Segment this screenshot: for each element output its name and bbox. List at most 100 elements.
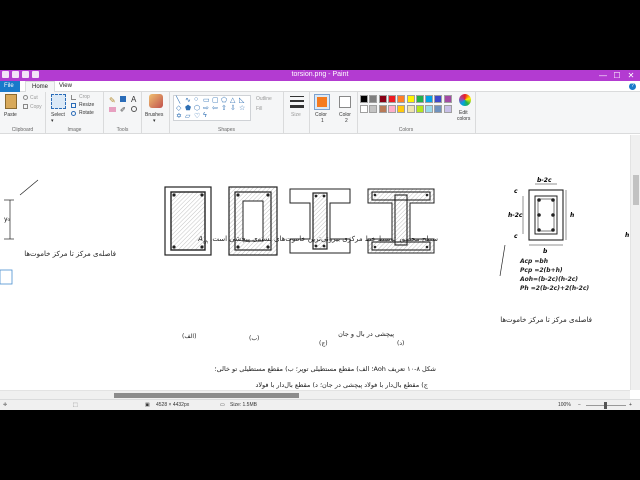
text-tool-icon[interactable]: A [131,95,136,104]
image-group-label: Image [67,127,82,133]
color1-group[interactable]: Color 1 [310,92,334,134]
palette-swatch[interactable] [397,95,406,103]
rotate-icon[interactable] [71,111,76,116]
star-shape-icon[interactable]: ☆ [239,104,245,112]
hexagon-shape-icon[interactable]: ⬡ [194,104,200,112]
dim-c-top-label: c [514,188,518,195]
palette-swatch[interactable] [406,105,415,113]
resize-button[interactable]: Resize [79,102,94,108]
help-icon[interactable]: ? [629,83,636,90]
title-bar[interactable]: torsion.png - Paint — ☐ ✕ [0,70,640,81]
curve-shape-icon[interactable]: ∿ [185,96,191,104]
window-controls: — ☐ ✕ [596,70,638,81]
tab-file[interactable]: File [0,81,20,92]
palette-swatch[interactable] [443,95,452,103]
rotate-button[interactable]: Rotate [79,110,94,116]
paste-icon[interactable] [5,94,17,109]
zoom-in-button[interactable]: + [629,402,632,408]
tab-home[interactable]: Home [25,81,56,92]
color-picker-icon[interactable]: ✐ [120,106,126,114]
zoom-slider[interactable] [586,402,626,409]
palette-swatch[interactable] [425,105,434,113]
palette-swatch[interactable] [415,95,424,103]
up-arrow-shape-icon[interactable]: ⇧ [221,104,227,112]
heart-shape-icon[interactable]: ♡ [194,112,200,120]
pentagon-shape-icon[interactable]: ⬟ [185,104,191,112]
line-shape-icon[interactable]: ╲ [176,96,180,104]
oval-shape-icon[interactable]: ○ [194,96,198,103]
palette-swatch[interactable] [443,105,452,113]
color2-group[interactable]: Color 2 [334,92,358,134]
right-triangle-shape-icon[interactable]: ◺ [239,96,244,104]
palette-swatch[interactable] [434,95,443,103]
maximize-button[interactable]: ☐ [610,70,624,81]
outline-button[interactable]: Outline [256,96,272,102]
crop-button[interactable]: Crop [79,94,90,100]
copy-button[interactable]: Copy [30,104,42,110]
zoom-out-button[interactable]: − [578,402,581,408]
palette-swatch[interactable] [360,105,368,113]
zoom-slider-thumb[interactable] [604,402,607,409]
vertical-scroll-thumb[interactable] [633,175,639,205]
palette-swatch[interactable] [378,95,387,103]
cut-button[interactable]: Cut [30,95,38,101]
palette-swatch[interactable] [360,95,368,103]
crop-icon[interactable] [71,95,76,100]
star-six-shape-icon[interactable]: ✡ [176,112,182,120]
clipboard-group-label: Clipboard [11,127,34,133]
triangle-shape-icon[interactable]: △ [230,96,235,104]
palette-swatch[interactable] [369,95,378,103]
brushes-group[interactable]: Brushes ▾ [142,92,170,134]
horizontal-scrollbar[interactable] [0,390,630,399]
select-icon[interactable] [51,94,66,109]
pencil-icon[interactable]: ✎ [109,96,116,105]
fill-button[interactable]: Fill [256,106,262,112]
eraser-icon[interactable] [109,107,116,112]
section-dimension-diagram [522,183,567,246]
diamond-shape-icon[interactable]: ◇ [176,104,181,112]
palette-swatch[interactable] [378,105,387,113]
minimize-button[interactable]: — [596,70,610,81]
horizontal-scroll-thumb[interactable] [114,393,299,398]
lightning-shape-icon[interactable]: ϟ [203,112,207,119]
down-arrow-shape-icon[interactable]: ⇩ [230,104,236,112]
select-dropdown-icon[interactable]: ▾ [51,118,54,124]
size-button[interactable]: Size [291,112,301,118]
left-leader-line [19,179,39,196]
callout-shape-icon[interactable]: ▱ [185,112,190,120]
brush-icon[interactable] [149,94,163,108]
tab-view[interactable]: View [53,81,78,92]
palette-swatch[interactable] [425,95,434,103]
shapes-group-label: Shapes [218,127,235,133]
file-size: Size: 1.5MB [230,402,257,408]
palette-swatch[interactable] [387,105,396,113]
magnifier-icon[interactable] [131,106,137,112]
palette-swatch[interactable] [406,95,415,103]
edit-colors-icon[interactable] [459,94,471,106]
palette-swatch[interactable] [369,105,378,113]
brushes-dropdown-icon[interactable]: ▾ [153,118,156,124]
right-note: فاصله‌ی مرکز تا مرکز خاموت‌ها [500,316,592,324]
palette-swatch[interactable] [415,105,424,113]
rounded-rectangle-shape-icon[interactable]: ▢ [212,96,219,104]
left-arrow-shape-icon[interactable]: ⇦ [212,104,218,112]
close-button[interactable]: ✕ [624,70,638,81]
shapes-gallery[interactable]: ╲ ∿ ○ ▭ ▢ ⬠ △ ◺ ◇ ⬟ ⬡ ⇨ ⇦ ⇧ ⇩ ☆ ✡ ▱ ♡ ϟ [173,95,251,121]
right-arrow-shape-icon[interactable]: ⇨ [203,104,209,112]
colors-group: Colors [358,92,454,134]
edit-colors-line2[interactable]: colors [457,116,470,122]
scissors-icon[interactable] [23,95,28,100]
copy-icon[interactable] [23,104,28,109]
fill-bucket-icon[interactable] [120,96,126,102]
resize-icon[interactable] [71,103,76,108]
palette-swatch[interactable] [397,105,406,113]
vertical-scrollbar[interactable] [630,135,640,390]
figure-d-label: (د) [397,340,405,347]
edit-colors-group[interactable]: Edit colors [454,92,476,134]
size-group[interactable]: Size [284,92,310,134]
paste-button[interactable]: Paste [4,112,17,118]
palette-swatch[interactable] [387,95,396,103]
polygon-shape-icon[interactable]: ⬠ [221,96,227,104]
palette-swatch[interactable] [434,105,443,113]
rectangle-shape-icon[interactable]: ▭ [203,96,210,104]
